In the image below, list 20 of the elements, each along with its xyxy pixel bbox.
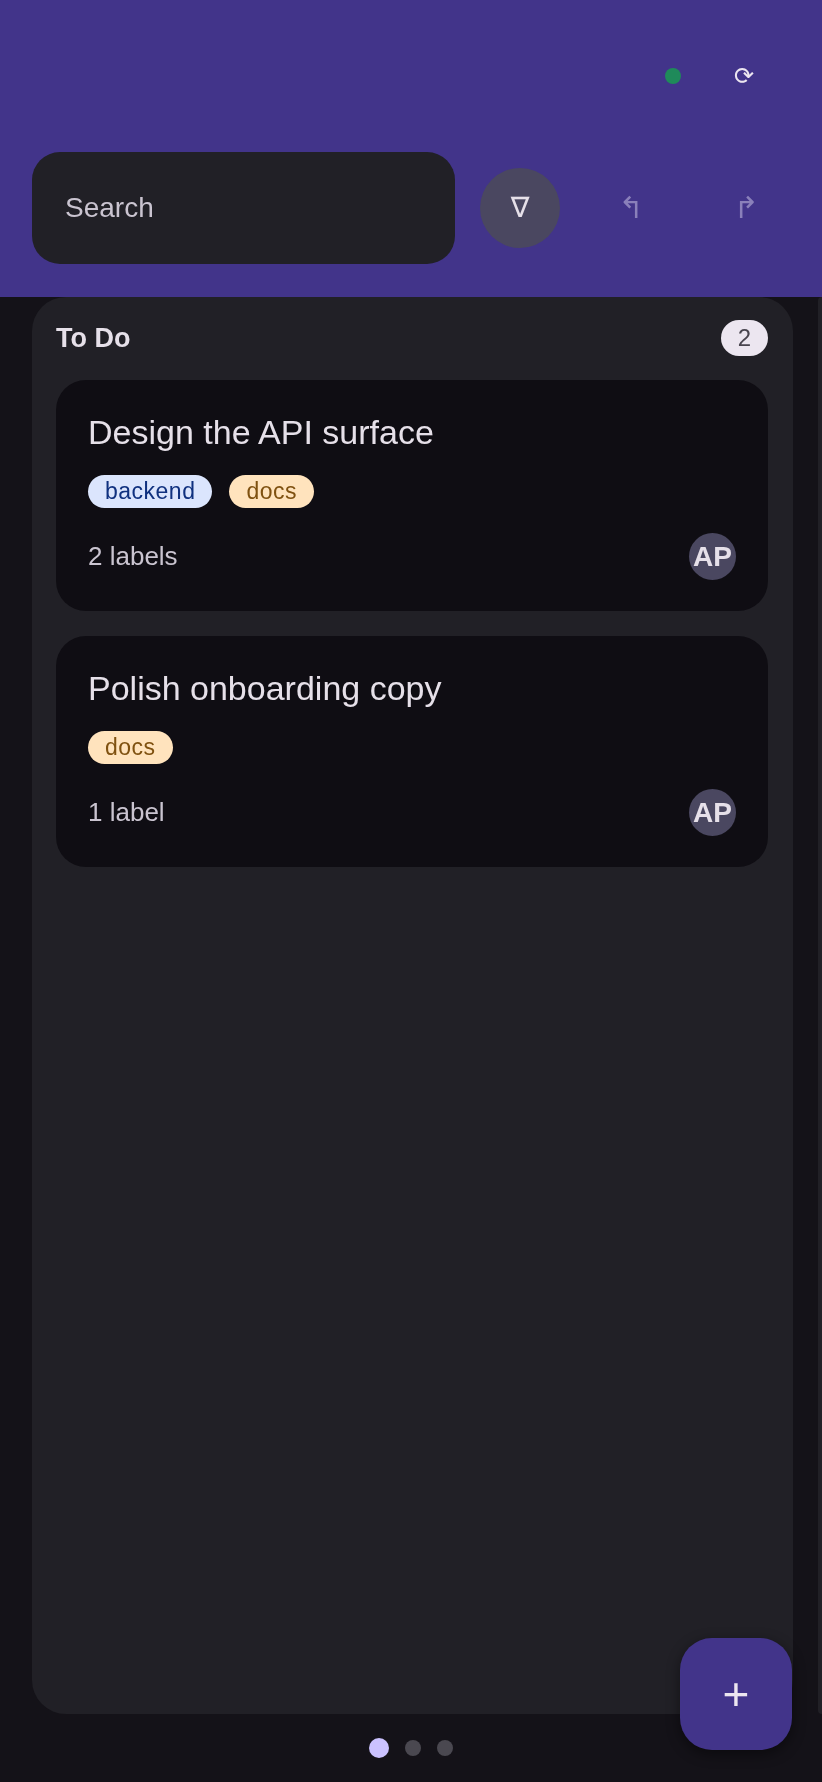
task-card[interactable]: Polish onboarding copy docs 1 label AP [56, 636, 768, 867]
page-dot[interactable] [437, 1740, 453, 1756]
tag-chip: backend [88, 475, 213, 508]
task-card[interactable]: Design the API surface backend docs 2 labels AP [56, 380, 768, 611]
card-title: Polish onboarding copy [88, 668, 443, 708]
refresh-button[interactable]: ⟳ [720, 52, 768, 100]
column-title: To Do [56, 321, 131, 355]
tag-chip: docs [229, 475, 315, 508]
avatar-initials: AP [689, 533, 736, 580]
card-title: Design the API surface [88, 412, 435, 452]
label-count: 1 label [88, 796, 165, 829]
add-button[interactable]: + [680, 1638, 792, 1750]
filter-button[interactable]: ∇ [480, 168, 560, 248]
avatar-initials: AP [689, 789, 736, 836]
tag-chip: docs [88, 731, 173, 764]
count-badge: 2 [721, 320, 768, 356]
search-field[interactable]: Search [32, 152, 455, 264]
label-count: 2 labels [88, 540, 178, 573]
page-dot[interactable] [405, 1740, 421, 1756]
page-dot[interactable] [369, 1738, 389, 1758]
